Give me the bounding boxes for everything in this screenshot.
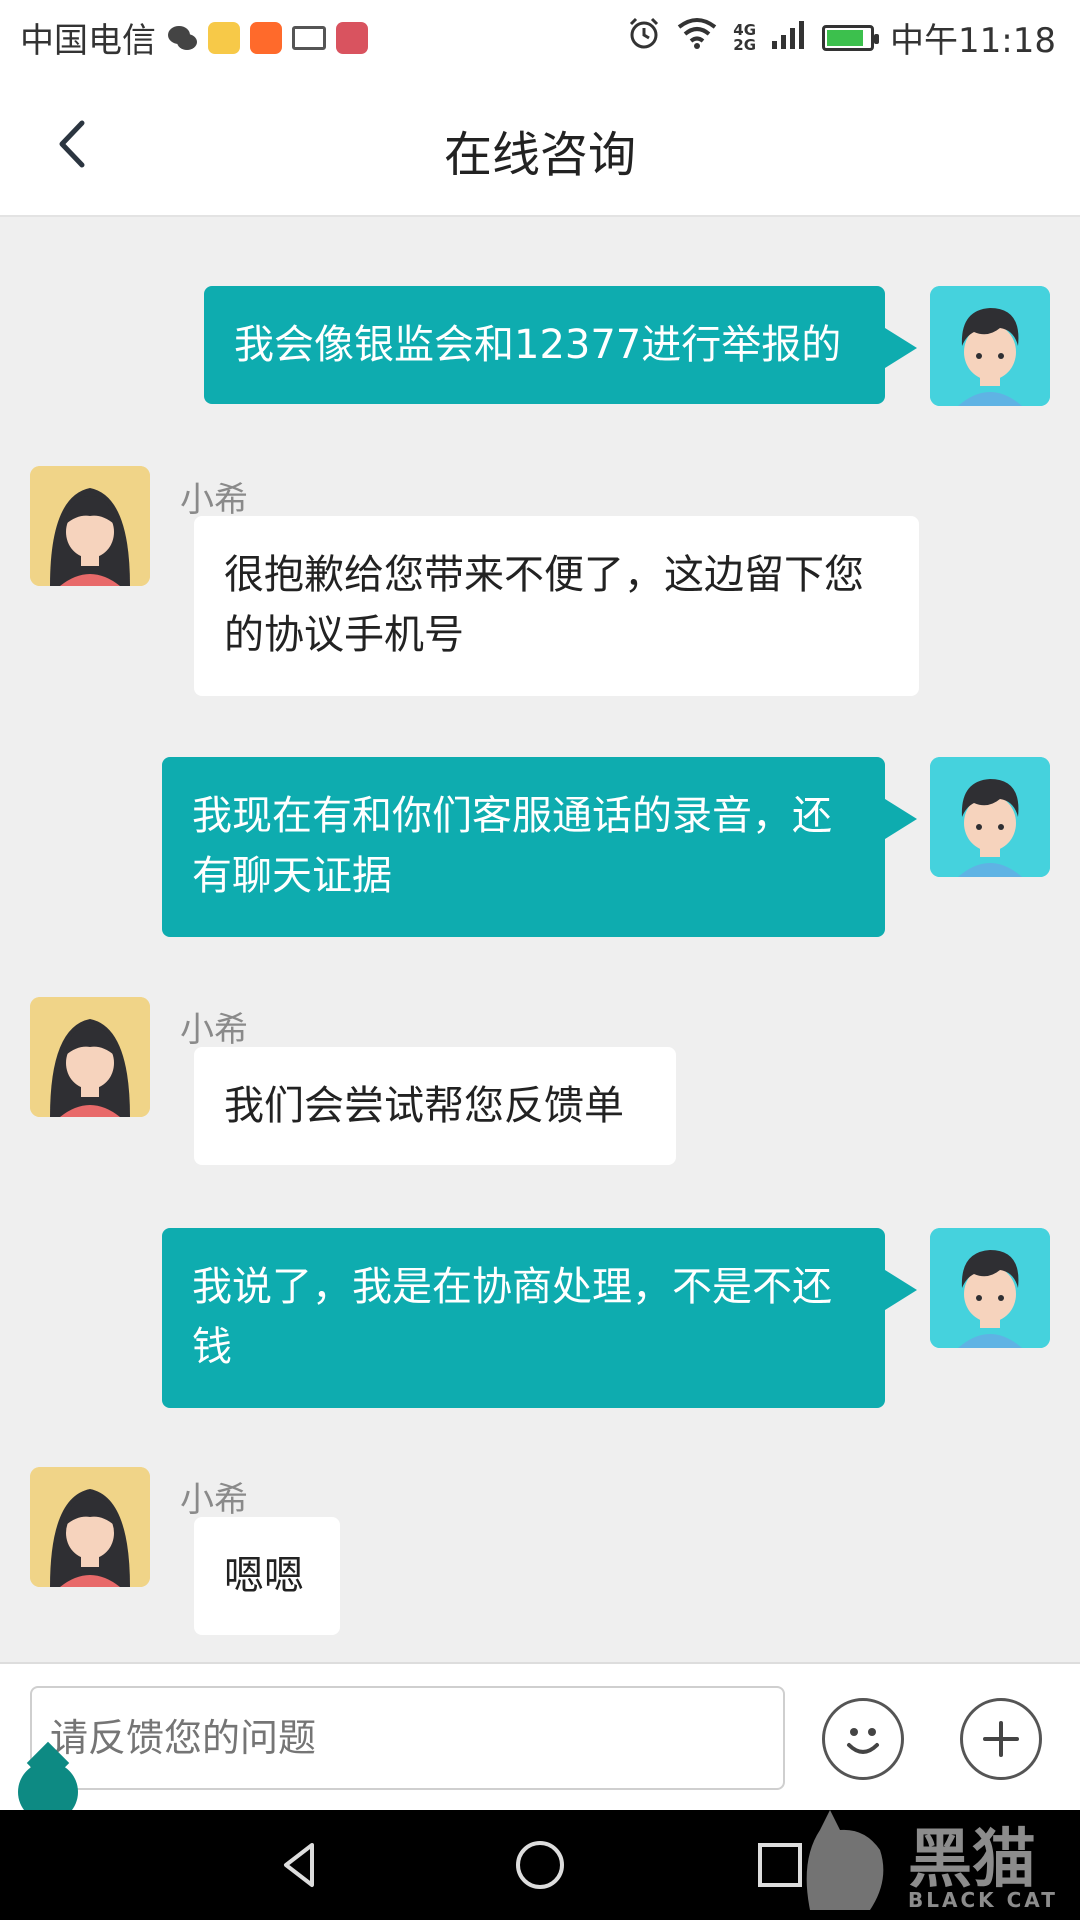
girl-avatar-icon: [30, 1467, 150, 1587]
message-text: 我说了，我是在协商处理，不是不还钱: [192, 1264, 832, 1370]
girl-avatar-icon: [30, 466, 150, 586]
watermark-text: 黑猫: [908, 1823, 1036, 1897]
user-avatar[interactable]: [930, 757, 1050, 877]
plus-icon: [983, 1721, 1019, 1757]
message-bubble[interactable]: 很抱歉给您带来不便了，这边留下您的协议手机号: [194, 516, 919, 696]
clock: 中午11:18: [890, 21, 1056, 61]
nav-home-button[interactable]: [510, 1835, 570, 1895]
status-bar: 中国电信 4G 2G 中午11:18: [0, 0, 1080, 75]
taobao-icon: [250, 21, 282, 54]
user-avatar[interactable]: [930, 1228, 1050, 1348]
black-cat-watermark: 黑猫 BLACK CAT: [790, 1800, 1070, 1920]
user-avatar[interactable]: [930, 286, 1050, 406]
smiley-icon: [847, 1728, 879, 1754]
emoji-button[interactable]: [822, 1698, 904, 1780]
chat-thread[interactable]: 我会像银监会和12377进行举报的 小希 很抱歉给您带来不便了，这边留下您的协议…: [0, 217, 1080, 1662]
watermark-subtext: BLACK CAT: [908, 1888, 1058, 1912]
agent-name: 小希: [180, 1010, 248, 1050]
weibo-icon: [208, 21, 240, 54]
feedback-input[interactable]: [30, 1686, 785, 1790]
agent-avatar[interactable]: [30, 1467, 150, 1587]
triangle-back-icon: [284, 1843, 314, 1887]
message-text: 我们会尝试帮您反馈单: [224, 1083, 624, 1129]
agent-avatar[interactable]: [30, 466, 150, 586]
alarm-icon: [627, 16, 661, 59]
message-text: 我会像银监会和12377进行举报的: [234, 322, 842, 368]
agent-avatar[interactable]: [30, 997, 150, 1117]
huawei-icon: [336, 21, 368, 54]
network-type: 4G 2G: [733, 20, 757, 54]
girl-avatar-icon: [30, 997, 150, 1117]
top-app-bar: 在线咨询: [0, 75, 1080, 217]
boy-avatar-icon: [930, 1228, 1050, 1348]
message-text: 很抱歉给您带来不便了，这边留下您的协议手机号: [224, 552, 864, 658]
cat-logo-icon: [806, 1810, 884, 1910]
circle-home-icon: [516, 1841, 564, 1889]
message-bubble[interactable]: 我说了，我是在协商处理，不是不还钱: [162, 1228, 917, 1408]
nav-back-button[interactable]: [270, 1835, 330, 1895]
message-bubble[interactable]: 我会像银监会和12377进行举报的: [204, 286, 917, 404]
message-text: 嗯嗯: [224, 1553, 304, 1599]
message-bubble[interactable]: 我们会尝试帮您反馈单: [194, 1047, 676, 1165]
wechat-icon: [166, 22, 198, 54]
carrier-label: 中国电信: [20, 21, 156, 61]
message-bubble[interactable]: 我现在有和你们客服通话的录音，还有聊天证据: [162, 757, 917, 937]
page-title: 在线咨询: [443, 127, 636, 183]
wifi-icon: [677, 17, 717, 58]
composer-bar: [0, 1662, 1080, 1810]
keyboard-icon: [292, 25, 326, 50]
boy-avatar-icon: [930, 757, 1050, 877]
battery-icon: [822, 24, 880, 51]
signal-icon: [772, 18, 806, 58]
add-attachment-button[interactable]: [960, 1698, 1042, 1780]
boy-avatar-icon: [930, 286, 1050, 406]
agent-name: 小希: [180, 1480, 248, 1520]
message-text: 我现在有和你们客服通话的录音，还有聊天证据: [192, 793, 832, 899]
agent-name: 小希: [180, 480, 248, 520]
message-bubble[interactable]: 嗯嗯: [194, 1517, 340, 1635]
message-outgoing: 我会像银监会和12377进行举报的: [0, 217, 1080, 406]
